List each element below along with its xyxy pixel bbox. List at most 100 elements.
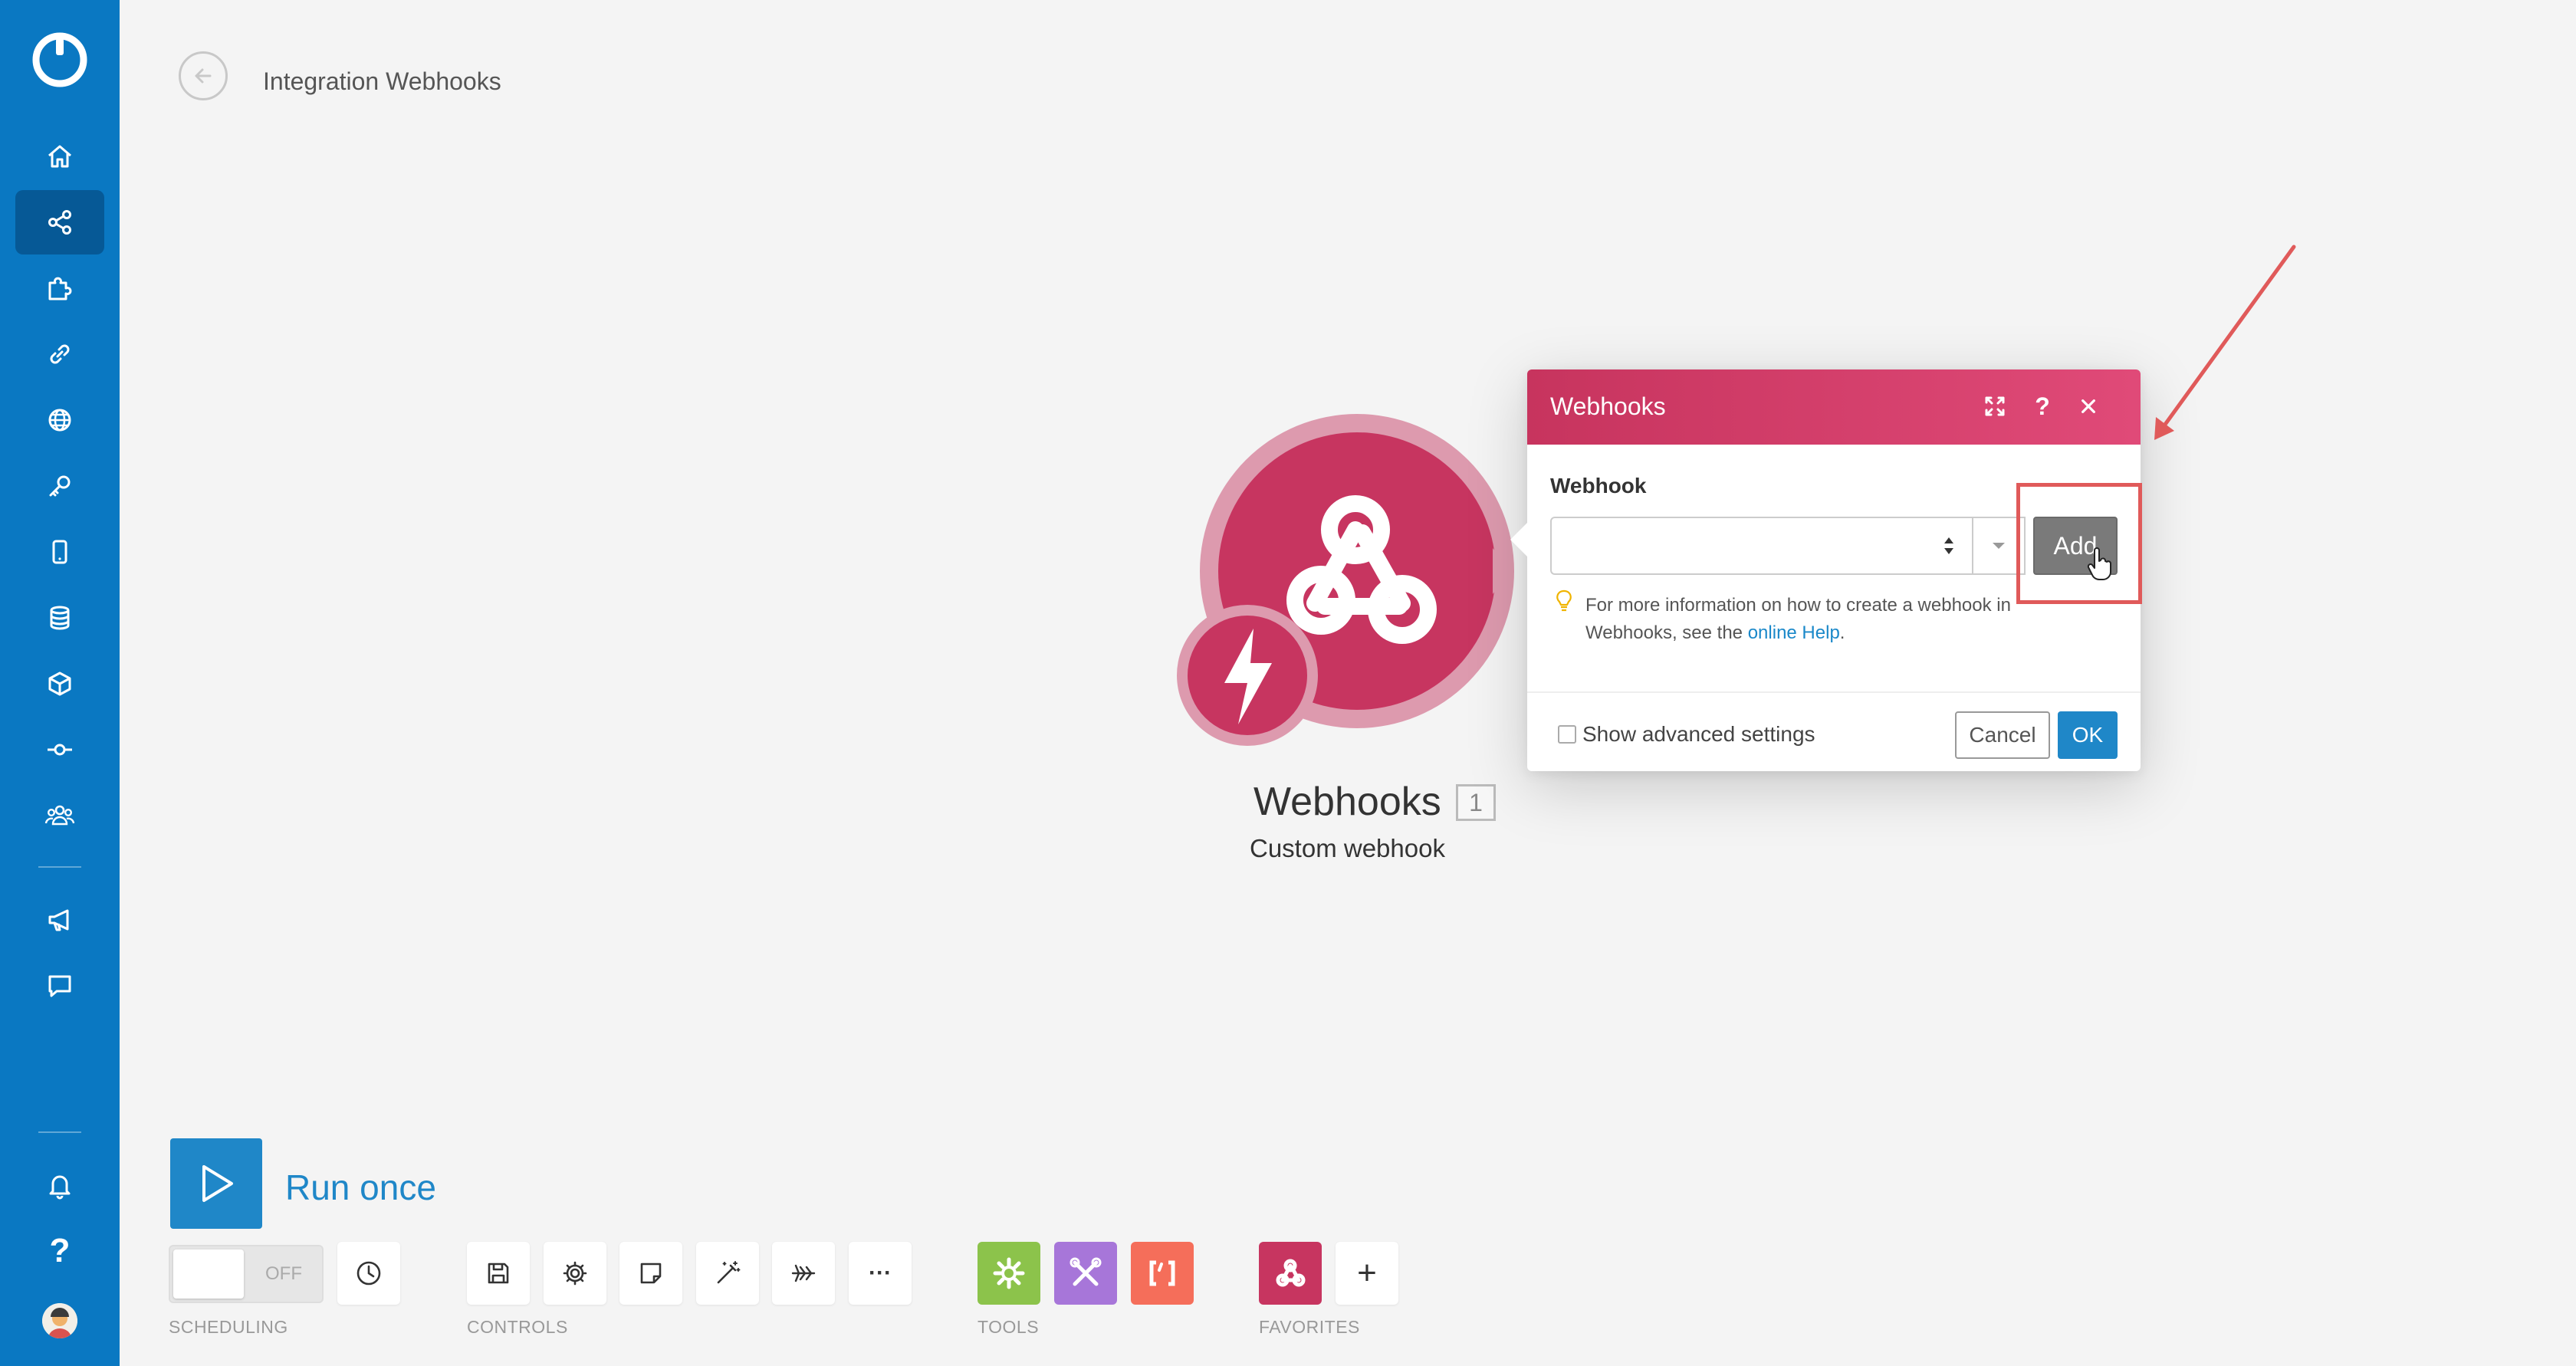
app-logo-icon[interactable] (31, 31, 89, 89)
webhooks-module[interactable] (1177, 402, 1530, 755)
clock-icon (356, 1261, 381, 1286)
favorite-webhooks-button[interactable] (1259, 1242, 1322, 1305)
webhooks-icon (1276, 1259, 1306, 1287)
bell-icon (49, 1175, 71, 1200)
lightbulb-icon (1556, 589, 1572, 612)
notes-icon (640, 1263, 662, 1284)
arrow-left-icon (195, 68, 212, 84)
expand-button[interactable] (1980, 391, 2010, 422)
explain-flow-button[interactable] (772, 1242, 835, 1305)
sidebar-item-help[interactable]: ? (15, 1219, 104, 1283)
cancel-button[interactable]: Cancel (1955, 711, 2050, 759)
save-button[interactable] (467, 1242, 530, 1305)
scenario-settings-button[interactable] (544, 1242, 606, 1305)
globe-icon (48, 409, 71, 432)
run-once-button[interactable] (170, 1138, 262, 1229)
gear-icon (993, 1257, 1025, 1289)
plus-icon: + (1357, 1254, 1377, 1292)
webhook-field-label: Webhook (1550, 474, 1647, 497)
close-icon (2082, 399, 2095, 413)
link-icon (50, 344, 70, 364)
sidebar-item-data-structures[interactable] (15, 652, 104, 716)
puzzle-icon (48, 277, 72, 300)
webhook-settings-dialog: Webhooks ? Webhook Add For more informat… (1510, 369, 2142, 771)
dialog-divider (1527, 691, 2141, 693)
sidebar-item-announcements[interactable] (15, 888, 104, 952)
text-parser-tool-button[interactable] (1131, 1242, 1194, 1305)
ok-button[interactable]: OK (2058, 711, 2118, 759)
caret-down-icon (1993, 543, 2005, 549)
avatar-icon (42, 1303, 77, 1338)
annotation-highlight (2016, 483, 2142, 604)
scheduling-state: OFF (265, 1263, 302, 1284)
question-icon: ? (2035, 392, 2050, 420)
play-icon (202, 1165, 233, 1202)
toggle-knob (173, 1249, 244, 1299)
help-button[interactable]: ? (2027, 391, 2058, 422)
run-once-label[interactable]: Run once (285, 1167, 436, 1208)
hand-cursor-icon (2087, 547, 2111, 580)
sort-arrows-icon (1944, 537, 1953, 554)
database-icon (50, 606, 70, 630)
back-button[interactable] (179, 51, 228, 100)
cube-icon (48, 672, 71, 696)
more-icon: ··· (869, 1260, 892, 1286)
advanced-settings-checkbox[interactable] (1558, 725, 1576, 744)
mobile-icon (52, 540, 67, 564)
sidebar-item-team[interactable] (15, 783, 104, 848)
brackets-icon (1149, 1260, 1175, 1286)
sidebar-item-notifications[interactable] (15, 1153, 104, 1217)
annotation-arrow (2154, 245, 2296, 440)
hint-text-end: . (1839, 622, 1845, 643)
avatar[interactable] (42, 1303, 77, 1338)
sidebar-item-devices[interactable] (15, 520, 104, 584)
add-favorite-button[interactable]: + (1336, 1242, 1398, 1305)
dialog-header: Webhooks ? (1527, 369, 2141, 445)
webhook-select[interactable] (1550, 517, 1973, 575)
sidebar-item-home[interactable] (15, 124, 104, 189)
settings-icon (563, 1261, 587, 1286)
sidebar-item-functions[interactable] (15, 717, 104, 782)
controls-section-label: CONTROLS (467, 1317, 568, 1337)
key-icon (49, 475, 71, 497)
airplane-icon (791, 1264, 816, 1282)
sidebar-item-data-stores[interactable] (15, 586, 104, 650)
flow-control-tool-button[interactable] (978, 1242, 1040, 1305)
sidebar-item-templates[interactable] (15, 256, 104, 320)
tools-icon (1070, 1257, 1102, 1286)
magic-wand-icon (717, 1261, 741, 1284)
dialog-pointer (1510, 523, 1527, 557)
scheduling-toggle[interactable]: OFF (169, 1245, 324, 1303)
help-icon: ? (49, 1232, 71, 1269)
favorites-section-label: FAVORITES (1259, 1317, 1360, 1337)
online-help-link[interactable]: online Help (1748, 622, 1840, 643)
expand-icon (1985, 396, 2005, 416)
page-title: Integration Webhooks (263, 67, 501, 95)
module-count-badge: 1 (1456, 784, 1496, 821)
close-button[interactable] (2073, 391, 2104, 422)
share-icon (48, 210, 71, 235)
advanced-settings-label[interactable]: Show advanced settings (1582, 722, 1815, 747)
scheduling-section-label: SCHEDULING (169, 1317, 288, 1337)
more-controls-button[interactable]: ··· (849, 1242, 912, 1305)
auto-align-button[interactable] (696, 1242, 759, 1305)
sidebar-item-connections[interactable] (15, 322, 104, 386)
chat-icon (48, 975, 71, 997)
sidebar-item-webhooks[interactable] (15, 388, 104, 452)
commit-icon (48, 744, 72, 756)
schedule-button[interactable] (337, 1242, 400, 1305)
sidebar-item-scenarios[interactable] (15, 190, 104, 254)
sidebar-divider (38, 1131, 81, 1133)
save-icon (488, 1263, 509, 1284)
notes-button[interactable] (619, 1242, 682, 1305)
sidebar-item-keys[interactable] (15, 454, 104, 518)
hint-text: For more information on how to create a … (1585, 592, 2091, 647)
home-icon (48, 145, 71, 168)
tools-tool-button[interactable] (1054, 1242, 1117, 1305)
tools-section-label: TOOLS (978, 1317, 1040, 1337)
team-icon (44, 805, 75, 826)
sidebar-item-chat[interactable] (15, 954, 104, 1018)
sidebar-divider (38, 866, 81, 868)
module-subtitle: Custom webhook (1250, 834, 1445, 862)
sidebar: ? (0, 0, 120, 1366)
